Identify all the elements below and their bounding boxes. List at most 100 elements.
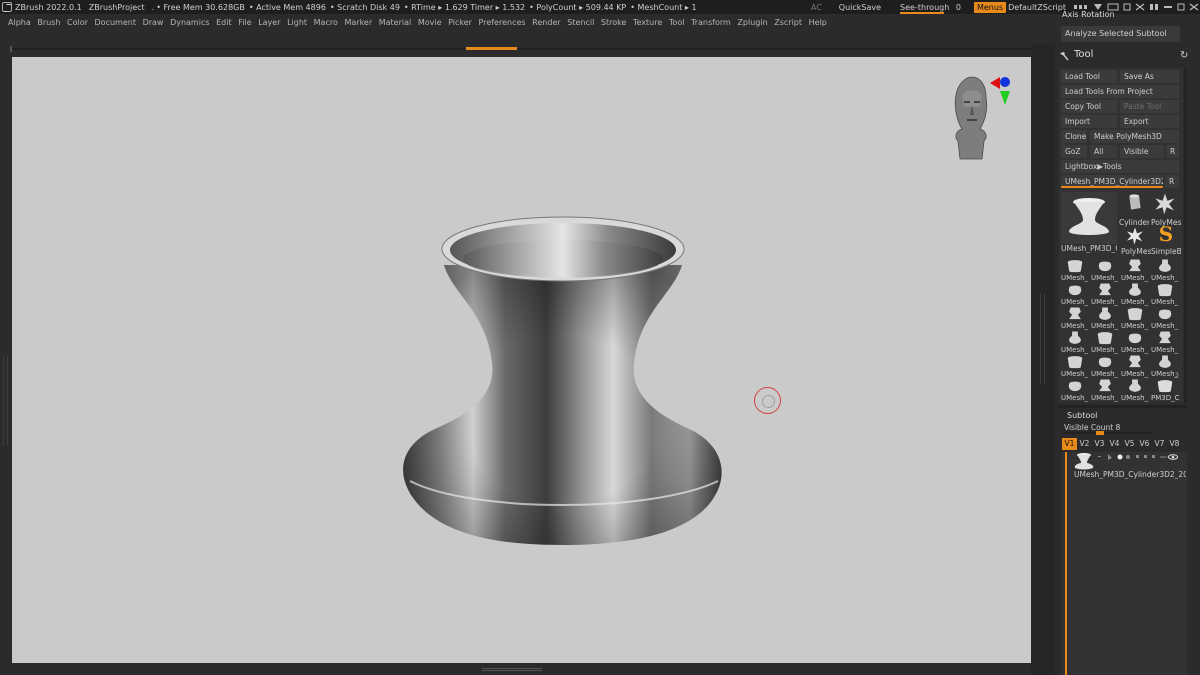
load-tools-from-project-button[interactable]: Load Tools From Project [1061, 85, 1179, 98]
tool-palette-header[interactable]: Tool ↻ [1055, 48, 1200, 64]
tool-thumbnail-icon[interactable] [1121, 282, 1149, 298]
tool-thumbnail-icon[interactable] [1091, 354, 1119, 370]
menus-toggle-button[interactable]: Menus [973, 1, 1007, 13]
default-zscript-button[interactable]: DefaultZScript [1008, 3, 1066, 12]
menu-zplugin[interactable]: Zplugin [737, 18, 767, 27]
menu-draw[interactable]: Draw [143, 18, 164, 27]
right-gutter-grip[interactable] [1040, 294, 1045, 384]
menu-color[interactable]: Color [67, 18, 88, 27]
menu-picker[interactable]: Picker [448, 18, 472, 27]
v3-button[interactable]: V3 [1092, 438, 1107, 450]
menu-marker[interactable]: Marker [344, 18, 372, 27]
current-tool-r-button[interactable]: R [1165, 175, 1179, 188]
tool-thumbnail-icon[interactable] [1151, 354, 1179, 370]
subtool-controls-icon[interactable] [1098, 452, 1178, 462]
current-tool-slider[interactable]: UMesh_PM3D_Cylinder3D2_2 [1061, 175, 1163, 188]
axis-rotation-label[interactable]: Axis Rotation [1062, 10, 1115, 19]
shelf-active-indicator[interactable] [466, 47, 517, 50]
tool-thumbnail-icon[interactable] [1061, 330, 1089, 346]
lightbox-tools-button[interactable]: Lightbox▶Tools [1061, 160, 1179, 173]
import-button[interactable]: Import [1061, 115, 1117, 128]
subtool-palette-title[interactable]: Subtool [1067, 411, 1097, 420]
visible-count-knob[interactable] [1096, 431, 1104, 435]
see-through-slider[interactable]: See-through 0 [900, 3, 961, 14]
v8-button[interactable]: V8 [1167, 438, 1182, 450]
goz-r-button[interactable]: R [1166, 145, 1179, 158]
vase-3d-model[interactable] [392, 213, 732, 548]
tool-thumbnail-icon[interactable] [1151, 258, 1179, 274]
paste-tool-button[interactable]: Paste Tool [1120, 100, 1179, 113]
goz-visible-button[interactable]: Visible [1120, 145, 1164, 158]
menu-stroke[interactable]: Stroke [601, 18, 627, 27]
tool-thumbnail-icon[interactable] [1121, 330, 1149, 346]
save-as-button[interactable]: Save As [1120, 70, 1179, 83]
goz-all-button[interactable]: All [1090, 145, 1117, 158]
tool-thumbnail-icon[interactable] [1151, 378, 1179, 394]
menu-macro[interactable]: Macro [314, 18, 338, 27]
left-tray-collapsed[interactable] [0, 56, 12, 675]
tool-thumbnail-icon[interactable] [1151, 330, 1179, 346]
menu-document[interactable]: Document [95, 18, 136, 27]
tool-thumbnail-icon[interactable] [1061, 258, 1089, 274]
menu-layer[interactable]: Layer [258, 18, 280, 27]
cylinder-tool-icon[interactable] [1121, 192, 1149, 216]
v6-button[interactable]: V6 [1137, 438, 1152, 450]
menu-texture[interactable]: Texture [633, 18, 662, 27]
menu-stencil[interactable]: Stencil [567, 18, 594, 27]
menu-light[interactable]: Light [287, 18, 307, 27]
tool-thumbnail-icon[interactable] [1121, 354, 1149, 370]
tool-thumbnail-icon[interactable] [1121, 306, 1149, 322]
menu-material[interactable]: Material [379, 18, 412, 27]
menu-preferences[interactable]: Preferences [479, 18, 526, 27]
right-gutter[interactable] [1031, 44, 1055, 675]
tool-thumbnail-icon[interactable] [1061, 282, 1089, 298]
tool-thumbnail-icon[interactable] [1151, 282, 1179, 298]
load-tool-button[interactable]: Load Tool [1061, 70, 1117, 83]
export-button[interactable]: Export [1120, 115, 1179, 128]
menu-help[interactable]: Help [809, 18, 827, 27]
quicksave-button[interactable]: QuickSave [839, 3, 881, 12]
menu-tool[interactable]: Tool [669, 18, 685, 27]
menu-transform[interactable]: Transform [691, 18, 731, 27]
refresh-icon[interactable]: ↻ [1180, 50, 1188, 61]
tool-thumbnail-icon[interactable] [1061, 378, 1089, 394]
tool-palette-scrollbar[interactable] [1184, 68, 1187, 402]
tool-thumbnail-icon[interactable] [1061, 354, 1089, 370]
tool-thumbnail-icon[interactable] [1091, 282, 1119, 298]
tool-thumbnail-icon[interactable] [1121, 378, 1149, 394]
tool-thumbnail-icon[interactable] [1091, 330, 1119, 346]
menu-file[interactable]: File [238, 18, 251, 27]
menu-zscript[interactable]: Zscript [774, 18, 802, 27]
v7-button[interactable]: V7 [1152, 438, 1167, 450]
tool-thumbnail-icon[interactable] [1121, 258, 1149, 274]
ac-button[interactable]: AC [811, 3, 822, 12]
left-tray-grip[interactable] [3, 356, 8, 446]
analyze-selected-subtool-button[interactable]: Analyze Selected Subtool [1061, 26, 1180, 42]
bottom-tray-collapsed[interactable] [12, 663, 1031, 675]
simplebrush-s-icon[interactable]: S [1153, 222, 1179, 246]
visible-count-slider[interactable] [1064, 431, 1152, 435]
orientation-navigator-head[interactable] [946, 75, 1016, 161]
tool-thumbnail-icon[interactable] [1061, 306, 1089, 322]
copy-tool-button[interactable]: Copy Tool [1061, 100, 1117, 113]
goz-button[interactable]: GoZ [1061, 145, 1087, 158]
clone-button[interactable]: Clone [1061, 130, 1087, 143]
menu-movie[interactable]: Movie [418, 18, 442, 27]
subtool-list-item[interactable]: UMesh_PM3D_Cylinder3D2_20 [1068, 452, 1186, 484]
menu-render[interactable]: Render [532, 18, 560, 27]
make-polymesh3d-button[interactable]: Make PolyMesh3D [1090, 130, 1179, 143]
current-tool-thumbnail[interactable] [1061, 192, 1117, 244]
v1-button[interactable]: V1 [1062, 438, 1077, 450]
tool-thumbnail-icon[interactable] [1091, 378, 1119, 394]
polymesh-star-icon[interactable] [1151, 192, 1179, 216]
document-canvas[interactable] [12, 57, 1031, 663]
menu-alpha[interactable]: Alpha [8, 18, 31, 27]
menu-brush[interactable]: Brush [37, 18, 60, 27]
v5-button[interactable]: V5 [1122, 438, 1137, 450]
menu-edit[interactable]: Edit [216, 18, 232, 27]
v4-button[interactable]: V4 [1107, 438, 1122, 450]
tool-thumbnail-icon[interactable] [1091, 306, 1119, 322]
v2-button[interactable]: V2 [1077, 438, 1092, 450]
tool-thumbnail-icon[interactable] [1151, 306, 1179, 322]
tool-thumbnail-icon[interactable] [1091, 258, 1119, 274]
